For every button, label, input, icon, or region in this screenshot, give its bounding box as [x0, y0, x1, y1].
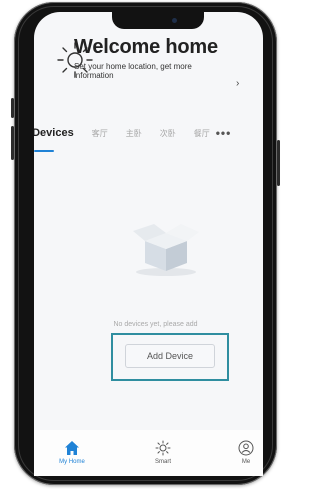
more-tabs-icon[interactable]: ••• — [216, 126, 232, 140]
volume-up-button — [11, 98, 14, 118]
room-tabs: All Devices 客厅 主卧 次卧 餐厅 ••• — [34, 125, 231, 141]
nav-label-my-home: My Home — [59, 459, 85, 465]
home-icon — [65, 441, 79, 455]
sun-icon — [155, 440, 171, 456]
active-tab-indicator — [34, 150, 54, 152]
tab-dining-room[interactable]: 餐厅 — [194, 128, 210, 139]
welcome-title: Welcome home — [74, 36, 218, 58]
bottom-nav: My Home Smart Me — [34, 430, 263, 476]
tab-master-bedroom[interactable]: 主卧 — [126, 128, 142, 139]
welcome-subtitle[interactable]: Set your home location, get more informa… — [74, 62, 194, 80]
nav-my-home[interactable]: My Home — [47, 430, 97, 465]
chevron-right-icon[interactable]: › — [236, 78, 239, 89]
volume-down-button — [11, 126, 14, 160]
user-icon — [238, 440, 254, 456]
nav-label-smart: Smart — [154, 459, 171, 465]
empty-box-icon — [133, 224, 199, 276]
nav-me[interactable]: Me — [221, 430, 271, 465]
tab-living-room[interactable]: 客厅 — [92, 128, 108, 139]
power-button — [277, 140, 280, 186]
phone-notch — [112, 12, 204, 29]
tab-all-devices[interactable]: All Devices — [34, 127, 74, 139]
front-camera — [172, 18, 177, 23]
empty-state-message: No devices yet, please add — [113, 321, 198, 328]
add-device-button[interactable]: Add Device — [125, 344, 215, 368]
app-screen: Welcome home Set your home location, get… — [34, 12, 263, 476]
nav-smart[interactable]: Smart — [138, 430, 188, 465]
tab-second-bedroom[interactable]: 次卧 — [160, 128, 176, 139]
nav-label-me: Me — [241, 459, 251, 465]
add-device-highlight: Add Device — [111, 333, 229, 381]
